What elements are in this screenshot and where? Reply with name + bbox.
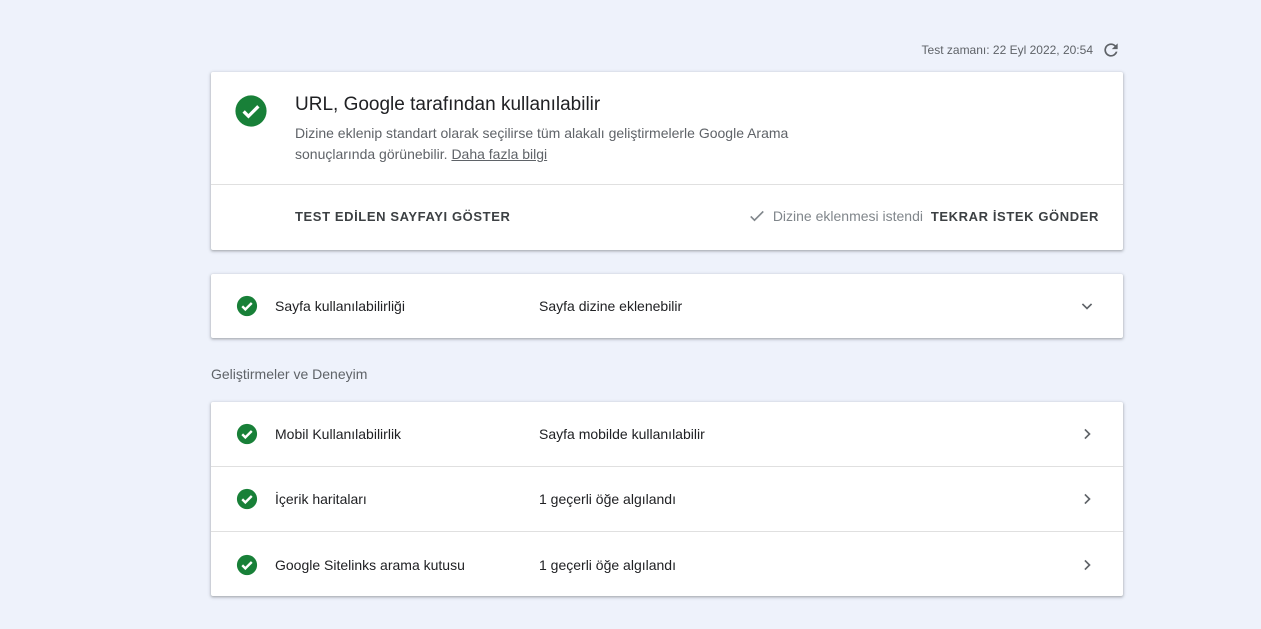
- test-time-bar: Test zamanı: 22 Eyl 2022, 20:54: [922, 40, 1121, 60]
- row-value: Sayfa mobilde kullanılabilir: [539, 426, 705, 442]
- check-circle-icon: [236, 423, 258, 445]
- enhancement-row-sitelinks-searchbox[interactable]: Google Sitelinks arama kutusu 1 geçerli …: [211, 532, 1123, 597]
- chevron-right-icon[interactable]: [1077, 489, 1097, 509]
- checkmark-icon: [747, 206, 767, 226]
- refresh-icon[interactable]: [1101, 40, 1121, 60]
- page-availability-card: Sayfa kullanılabilirliği Sayfa dizine ek…: [211, 274, 1123, 338]
- summary-actions: TEST EDİLEN SAYFAYI GÖSTER Dizine eklenm…: [211, 185, 1123, 249]
- row-value: Sayfa dizine eklenebilir: [539, 298, 683, 314]
- indexing-requested-status: Dizine eklenmesi istendi: [747, 206, 923, 226]
- row-label: Mobil Kullanılabilirlik: [275, 426, 402, 442]
- enhancements-heading: Geliştirmeler ve Deneyim: [211, 366, 368, 382]
- test-time-text: Test zamanı: 22 Eyl 2022, 20:54: [921, 43, 1093, 57]
- learn-more-link[interactable]: Daha fazla bilgi: [451, 146, 547, 162]
- enhancements-card: Mobil Kullanılabilirlik Sayfa mobilde ku…: [211, 402, 1123, 596]
- summary-description: Dizine eklenip standart olarak seçilirse…: [295, 123, 855, 165]
- chevron-right-icon[interactable]: [1077, 555, 1097, 575]
- show-tested-page-button[interactable]: TEST EDİLEN SAYFAYI GÖSTER: [295, 209, 510, 224]
- summary-title: URL, Google tarafından kullanılabilir: [295, 94, 601, 115]
- indexing-requested-text: Dizine eklenmesi istendi: [772, 208, 923, 224]
- check-circle-icon: [236, 295, 258, 317]
- url-inspection-page: Test zamanı: 22 Eyl 2022, 20:54 URL, Goo…: [0, 0, 1261, 629]
- enhancement-row-sitemaps[interactable]: İçerik haritaları 1 geçerli öğe algıland…: [211, 467, 1123, 532]
- resend-request-button[interactable]: TEKRAR İSTEK GÖNDER: [931, 209, 1099, 224]
- row-value: 1 geçerli öğe algılandı: [539, 491, 676, 507]
- check-circle-icon: [236, 488, 258, 510]
- chevron-right-icon[interactable]: [1077, 424, 1097, 444]
- summary-card: URL, Google tarafından kullanılabilir Di…: [211, 72, 1123, 250]
- page-availability-row[interactable]: Sayfa kullanılabilirliği Sayfa dizine ek…: [211, 274, 1123, 338]
- row-label: Sayfa kullanılabilirliği: [275, 298, 405, 314]
- check-circle-icon: [236, 554, 258, 576]
- check-circle-icon: [234, 94, 268, 128]
- chevron-down-icon[interactable]: [1077, 296, 1097, 316]
- row-label: İçerik haritaları: [275, 491, 367, 507]
- enhancement-row-mobile-usability[interactable]: Mobil Kullanılabilirlik Sayfa mobilde ku…: [211, 402, 1123, 467]
- row-label: Google Sitelinks arama kutusu: [275, 556, 465, 573]
- row-value: 1 geçerli öğe algılandı: [539, 556, 676, 573]
- summary-header: URL, Google tarafından kullanılabilir Di…: [211, 72, 1123, 185]
